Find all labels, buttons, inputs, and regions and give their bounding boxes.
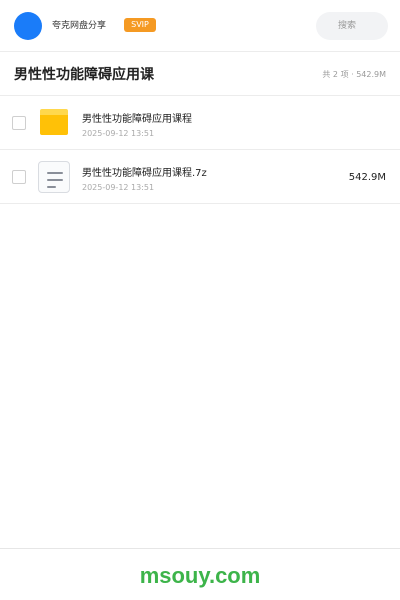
file-date: 2025-09-12 13:51 [82,129,155,138]
list-item[interactable]: 男性性功能障碍应用课程.7z 2025-09-12 13:51 542.9M [0,150,400,204]
page-title: 男性性功能障碍应用课 [14,67,154,83]
list-item[interactable]: 男性性功能障碍应用课程 2025-09-12 13:51 [0,96,400,150]
item-summary: 共 2 项 · 542.9M [322,70,386,79]
footer-bar: msouy.com [0,548,400,600]
top-bar: 夸克网盘分享 SVIP 搜索 [0,0,400,52]
file-name: 男性性功能障碍应用课程 [82,114,192,125]
folder-header: 男性性功能障碍应用课 共 2 项 · 542.9M [0,52,400,96]
file-size: 542.9M [348,172,386,183]
search-input[interactable]: 搜索 [316,12,388,40]
svip-badge: SVIP [124,18,156,32]
file-date: 2025-09-12 13:51 [82,183,155,192]
archive-file-icon [38,161,70,193]
select-checkbox[interactable] [12,116,26,130]
avatar[interactable] [14,12,42,40]
folder-icon [40,109,68,135]
file-name: 男性性功能障碍应用课程.7z [82,168,207,179]
file-list: 男性性功能障碍应用课程 2025-09-12 13:51 男性性功能障碍应用课程… [0,96,400,204]
site-watermark: msouy.com [139,563,261,588]
sharer-name: 夸克网盘分享 [52,21,107,31]
select-checkbox[interactable] [12,170,26,184]
